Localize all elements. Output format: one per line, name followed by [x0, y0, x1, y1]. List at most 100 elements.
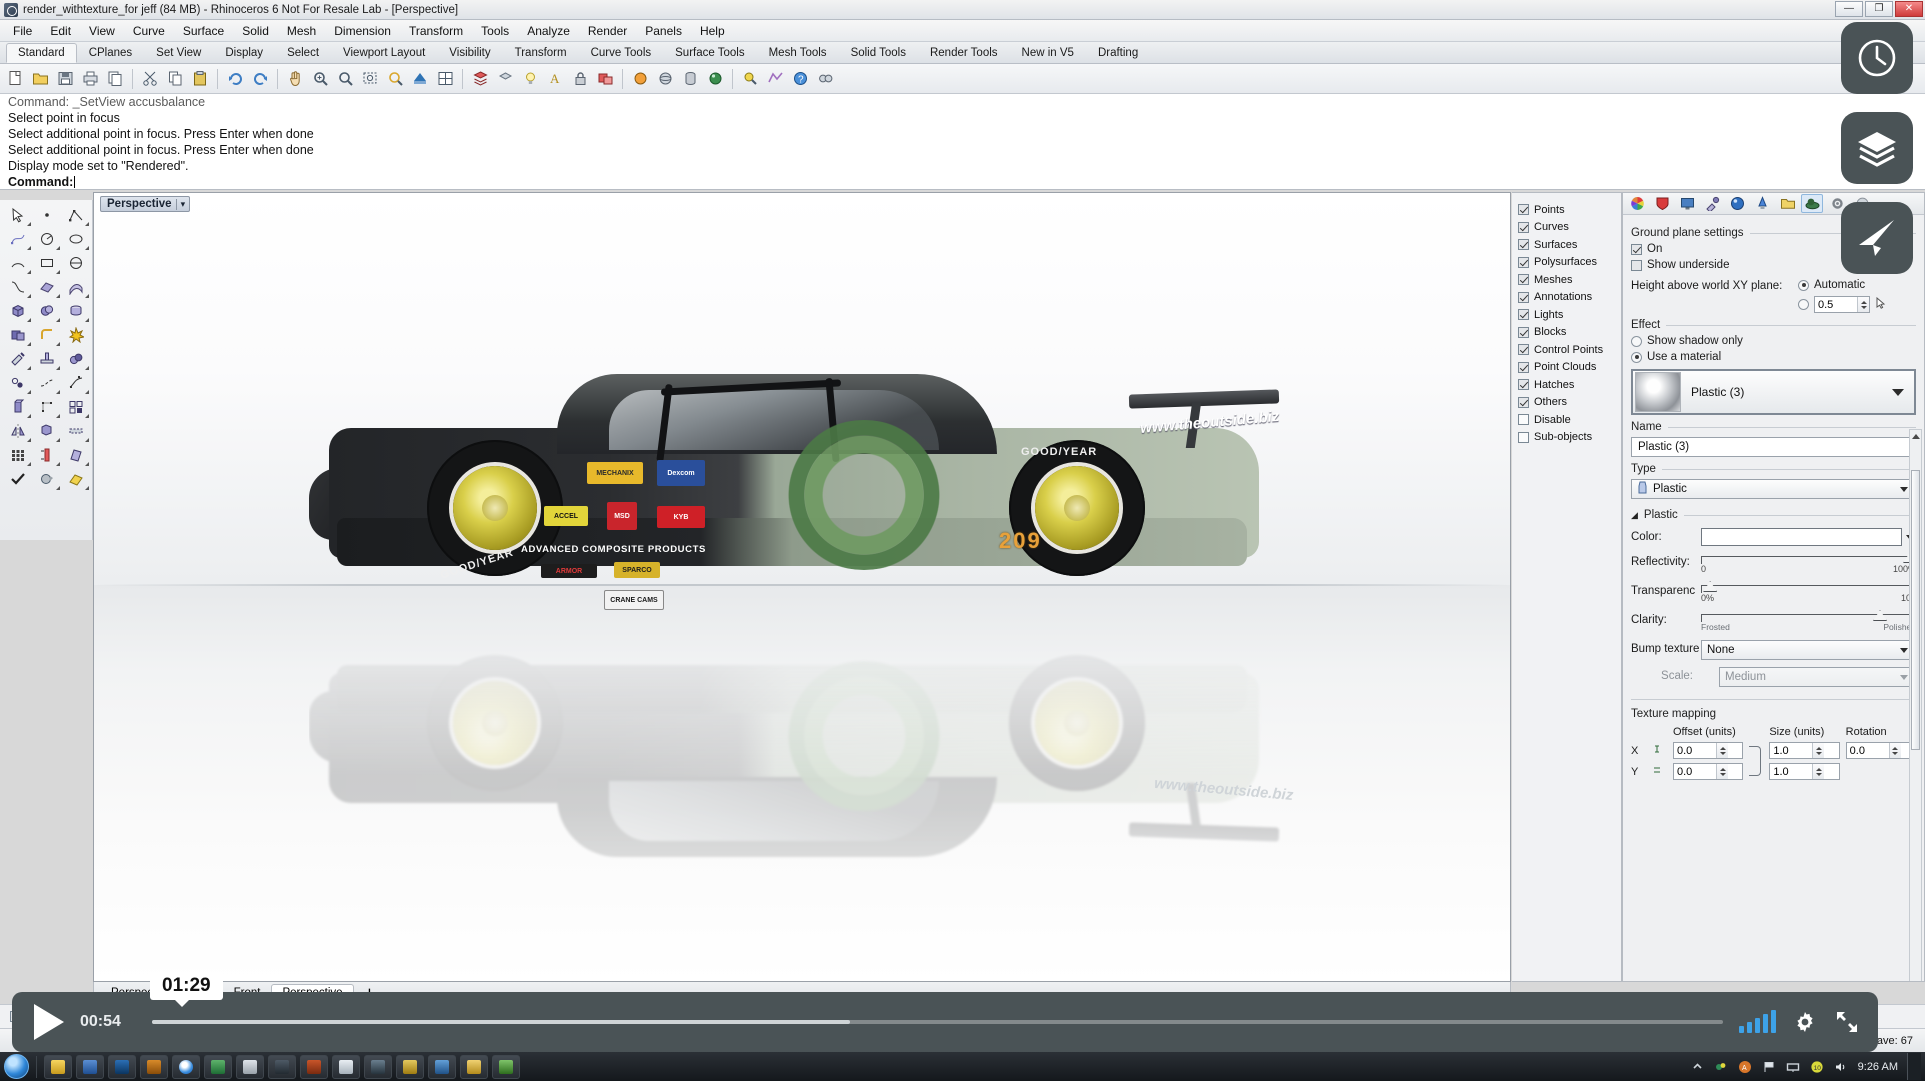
- race-car-model[interactable]: GOOD/YEAR GOOD/YEAR MECHANIX Dexcom ACCE…: [309, 368, 1309, 618]
- arc-tool-icon[interactable]: [3, 251, 32, 275]
- checkbox-blocks[interactable]: [1518, 326, 1529, 338]
- menu-solid[interactable]: Solid: [233, 22, 278, 40]
- checkbox-show-underside[interactable]: [1631, 259, 1642, 271]
- tray-update-icon[interactable]: 10: [1810, 1059, 1825, 1074]
- scale-chevron-down-icon[interactable]: [1900, 674, 1908, 680]
- apply-check-icon[interactable]: [3, 467, 32, 491]
- height-manual-option[interactable]: [1798, 296, 1916, 313]
- layers-icon[interactable]: [469, 68, 491, 90]
- send-paper-plane-icon[interactable]: [1841, 202, 1913, 274]
- zoom-window-icon[interactable]: [334, 68, 356, 90]
- render-preview-icon[interactable]: [32, 467, 61, 491]
- menu-surface[interactable]: Surface: [174, 22, 233, 40]
- cylinder-solid-icon[interactable]: [61, 299, 90, 323]
- select-arrow-icon[interactable]: [3, 203, 32, 227]
- zoom-target-icon[interactable]: [384, 68, 406, 90]
- taskbar-app-mail[interactable]: [332, 1054, 360, 1079]
- analyze-icon[interactable]: [739, 68, 761, 90]
- light-icon[interactable]: [1751, 194, 1773, 213]
- effect-shadow-only-row[interactable]: Show shadow only: [1631, 335, 1916, 347]
- taskbar-app-folder[interactable]: [460, 1054, 488, 1079]
- size-x-input[interactable]: [1770, 743, 1813, 758]
- maximize-button[interactable]: ❐: [1865, 1, 1893, 17]
- toolbar-tab-new-in-v5[interactable]: New in V5: [1010, 43, 1086, 63]
- array-icon[interactable]: [32, 419, 61, 443]
- size-x-stepper[interactable]: [1769, 742, 1840, 759]
- taskbar-app-photoshop[interactable]: [108, 1054, 136, 1079]
- sphere-solid-icon[interactable]: [32, 299, 61, 323]
- toolbar-tab-standard[interactable]: Standard: [6, 43, 77, 63]
- checkbox-disable[interactable]: [1518, 414, 1529, 426]
- objtype-sub-objects[interactable]: Sub-objects: [1518, 429, 1621, 447]
- properties-vertical-scrollbar[interactable]: [1909, 429, 1922, 981]
- toolbar-tab-curve-tools[interactable]: Curve Tools: [579, 43, 664, 63]
- fillet-icon[interactable]: [32, 323, 61, 347]
- scroll-up-arrow-icon[interactable]: [1912, 434, 1920, 439]
- height-value-input[interactable]: [1815, 297, 1857, 312]
- sweep-surface-icon[interactable]: [61, 275, 90, 299]
- objtype-meshes[interactable]: Meshes: [1518, 271, 1621, 289]
- history-clock-icon[interactable]: [1841, 22, 1913, 94]
- copy-icon[interactable]: [164, 68, 186, 90]
- join-icon[interactable]: [61, 347, 90, 371]
- split-icon[interactable]: [32, 347, 61, 371]
- extend-curve-icon[interactable]: [32, 371, 61, 395]
- new-file-icon[interactable]: [4, 68, 26, 90]
- menu-panels[interactable]: Panels: [636, 22, 691, 40]
- bump-texture-combo[interactable]: None: [1701, 640, 1916, 660]
- layer-off-icon[interactable]: [494, 68, 516, 90]
- toolbar-tab-solid-tools[interactable]: Solid Tools: [839, 43, 918, 63]
- viewport-dropdown-icon[interactable]: ▾: [175, 198, 185, 210]
- menu-edit[interactable]: Edit: [41, 22, 80, 40]
- checkbox-points[interactable]: [1518, 204, 1529, 216]
- volume-icon[interactable]: [1739, 1010, 1776, 1033]
- objtype-surfaces[interactable]: Surfaces: [1518, 236, 1621, 254]
- menu-mesh[interactable]: Mesh: [278, 22, 325, 40]
- taskbar-app-chrome[interactable]: [172, 1054, 200, 1079]
- copy-page-icon[interactable]: [104, 68, 126, 90]
- taskbar-app-illustrator[interactable]: [140, 1054, 168, 1079]
- circle-diameter-icon[interactable]: [61, 251, 90, 275]
- pan-hand-icon[interactable]: [284, 68, 306, 90]
- checkbox-hatches[interactable]: [1518, 379, 1529, 391]
- menu-dimension[interactable]: Dimension: [325, 22, 400, 40]
- transparency-slider[interactable]: 0% 100: [1701, 581, 1916, 604]
- material-type-chevron-down-icon[interactable]: [1900, 486, 1908, 492]
- options-icon[interactable]: [814, 68, 836, 90]
- checkbox-ground-plane-on[interactable]: [1631, 243, 1642, 255]
- perspective-viewport[interactable]: Perspective ▾ www.theoutside.biz GOOD/YE…: [93, 192, 1511, 982]
- radio-height-automatic[interactable]: [1798, 279, 1809, 291]
- offset-x-input[interactable]: [1674, 743, 1716, 758]
- point-array-icon[interactable]: [32, 395, 61, 419]
- close-button[interactable]: ✕: [1895, 1, 1923, 17]
- trim-icon[interactable]: [3, 347, 32, 371]
- ground-plane-icon[interactable]: [1801, 194, 1823, 213]
- toolbar-tab-viewport-layout[interactable]: Viewport Layout: [331, 43, 437, 63]
- menu-tools[interactable]: Tools: [472, 22, 518, 40]
- size-y-input[interactable]: [1770, 764, 1813, 779]
- explode-icon[interactable]: [61, 323, 90, 347]
- surface-from-curves-icon[interactable]: [32, 275, 61, 299]
- checkbox-others[interactable]: [1518, 396, 1529, 408]
- offset-y-input[interactable]: [1674, 764, 1716, 779]
- offset-y-stepper[interactable]: [1673, 763, 1744, 780]
- section-icon[interactable]: [61, 419, 90, 443]
- rectangle-tool-icon[interactable]: [32, 251, 61, 275]
- help-question-icon[interactable]: ?: [789, 68, 811, 90]
- taskbar-app-word[interactable]: [76, 1054, 104, 1079]
- menu-view[interactable]: View: [80, 22, 124, 40]
- checkbox-meshes[interactable]: [1518, 274, 1529, 286]
- checkbox-lights[interactable]: [1518, 309, 1529, 321]
- taskbar-app-browser[interactable]: [428, 1054, 456, 1079]
- rotation-stepper[interactable]: [1845, 742, 1916, 759]
- toolbar-tab-visibility[interactable]: Visibility: [437, 43, 502, 63]
- menu-file[interactable]: File: [4, 22, 41, 40]
- text-tool-icon[interactable]: A: [544, 68, 566, 90]
- minimize-button[interactable]: —: [1835, 1, 1863, 17]
- menu-curve[interactable]: Curve: [124, 22, 174, 40]
- viewport-title-button[interactable]: Perspective ▾: [100, 196, 191, 212]
- taskbar-clock[interactable]: 9:26 AM: [1858, 1061, 1898, 1073]
- menu-help[interactable]: Help: [691, 22, 734, 40]
- color-swatch[interactable]: [1701, 528, 1902, 546]
- dimension-icon[interactable]: [32, 443, 61, 467]
